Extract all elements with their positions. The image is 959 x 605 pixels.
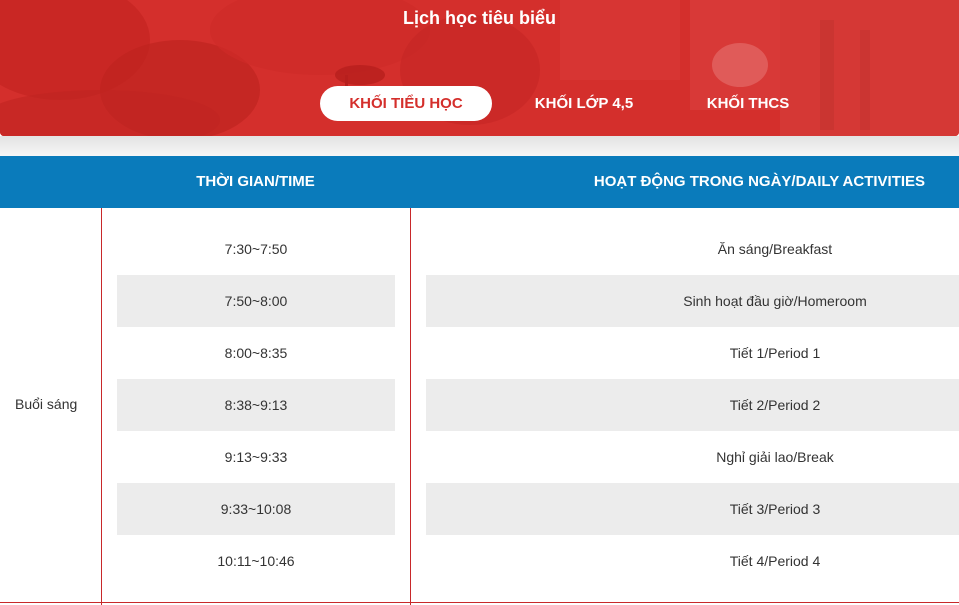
activity-cell: Tiết 2/Period 2 (426, 379, 959, 431)
time-cell: 9:13~9:33 (224, 449, 288, 465)
time-cell: 7:30~7:50 (224, 241, 288, 257)
table-bottom-border (0, 602, 959, 603)
time-cell: 10:11~10:46 (217, 553, 295, 569)
activity-cell: Ăn sáng/Breakfast (717, 241, 833, 257)
tab-grade-4-5[interactable]: KHỐI LỚP 4,5 (512, 86, 656, 121)
table-row: 7:30~7:50 Ăn sáng/Breakfast (0, 223, 959, 275)
hero-banner: Lịch học tiêu biểu KHỐI TIỂU HỌC KHỐI LỚ… (0, 0, 959, 136)
hero-divider (0, 136, 959, 156)
time-cell: 8:00~8:35 (224, 345, 288, 361)
table-row: 8:00~8:35 Tiết 1/Period 1 (0, 327, 959, 379)
tab-primary[interactable]: KHỐI TIỂU HỌC (320, 86, 492, 121)
activity-cell: Tiết 4/Period 4 (729, 553, 821, 569)
page-title: Lịch học tiêu biểu (402, 8, 556, 28)
level-tabs: KHỐI TIỂU HỌC KHỐI LỚP 4,5 KHỐI THCS (0, 86, 959, 121)
activity-cell: Nghỉ giải lao/Break (716, 449, 834, 465)
activity-cell: Tiết 3/Period 3 (426, 483, 959, 535)
schedule-table-header: THỜI GIAN/TIME HOẠT ĐỘNG TRONG NGÀY/DAIL… (0, 156, 959, 208)
table-row: 10:11~10:46 Tiết 4/Period 4 (0, 535, 959, 587)
table-row: 9:33~10:08 Tiết 3/Period 3 (0, 483, 959, 535)
table-row: 9:13~9:33 Nghỉ giải lao/Break (0, 431, 959, 483)
activity-cell: Tiết 1/Period 1 (729, 345, 821, 361)
time-cell: 9:33~10:08 (117, 483, 395, 535)
schedule-table-body: Buổi sáng 7:30~7:50 Ăn sáng/Breakfast 7:… (0, 208, 959, 605)
header-activities: HOẠT ĐỘNG TRONG NGÀY/DAILY ACTIVITIES (593, 173, 926, 190)
time-cell: 8:38~9:13 (117, 379, 395, 431)
table-row: 8:38~9:13 Tiết 2/Period 2 (0, 379, 959, 431)
activity-cell: Sinh hoạt đầu giờ/Homeroom (426, 275, 959, 327)
table-row: 7:50~8:00 Sinh hoạt đầu giờ/Homeroom (0, 275, 959, 327)
time-cell: 7:50~8:00 (117, 275, 395, 327)
tab-secondary[interactable]: KHỐI THCS (676, 86, 820, 121)
header-time: THỜI GIAN/TIME (196, 173, 315, 190)
